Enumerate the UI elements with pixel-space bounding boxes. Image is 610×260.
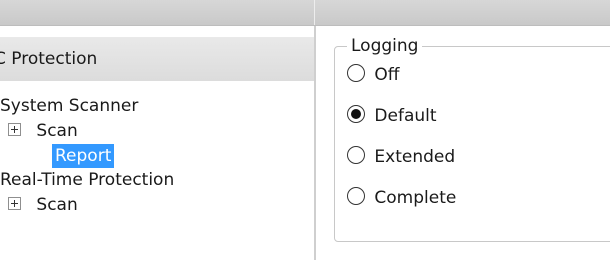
- navigation-pane: C Protection System Scanner Scan Report …: [0, 26, 314, 260]
- expand-plus-icon[interactable]: [8, 196, 21, 210]
- tree-item-real-time-protection[interactable]: Real-Time Protection: [0, 168, 174, 192]
- tree-item-label: Scan: [36, 195, 78, 215]
- expand-plus-icon[interactable]: [8, 122, 21, 136]
- radio-unchecked-icon[interactable]: [347, 187, 365, 205]
- radio-label: Extended: [374, 147, 456, 167]
- logging-option-off[interactable]: Off: [347, 62, 400, 88]
- radio-label: Default: [374, 106, 437, 126]
- tree-item-system-scanner[interactable]: System Scanner: [0, 94, 138, 118]
- radio-checked-icon[interactable]: [347, 105, 365, 123]
- tree-item-label: Report: [52, 144, 115, 168]
- top-bar-divider: [314, 0, 315, 25]
- logging-groupbox: Logging Off Default Extended Complete: [334, 34, 610, 242]
- radio-unchecked-icon[interactable]: [347, 64, 365, 82]
- logging-option-extended[interactable]: Extended: [347, 144, 455, 170]
- settings-window: C Protection System Scanner Scan Report …: [0, 0, 610, 260]
- logging-settings-pane: Logging Off Default Extended Complete: [316, 26, 610, 260]
- tree-item-report[interactable]: Report: [52, 144, 115, 168]
- section-header-label: C Protection: [0, 49, 98, 69]
- section-header[interactable]: C Protection: [0, 37, 314, 81]
- tree-item-label: Scan: [36, 121, 78, 141]
- tree-item-label: Real-Time Protection: [0, 170, 175, 190]
- logging-option-default[interactable]: Default: [347, 103, 437, 129]
- radio-label: Complete: [374, 188, 457, 208]
- logging-legend: Logging: [347, 34, 423, 58]
- tree-item-label: System Scanner: [0, 96, 139, 116]
- top-bar: [0, 0, 610, 26]
- tree-item-real-time-scan[interactable]: Scan: [8, 193, 78, 217]
- tree-item-system-scanner-scan[interactable]: Scan: [8, 119, 78, 143]
- radio-unchecked-icon[interactable]: [347, 146, 365, 164]
- logging-option-complete[interactable]: Complete: [347, 185, 456, 211]
- radio-label: Off: [374, 65, 400, 85]
